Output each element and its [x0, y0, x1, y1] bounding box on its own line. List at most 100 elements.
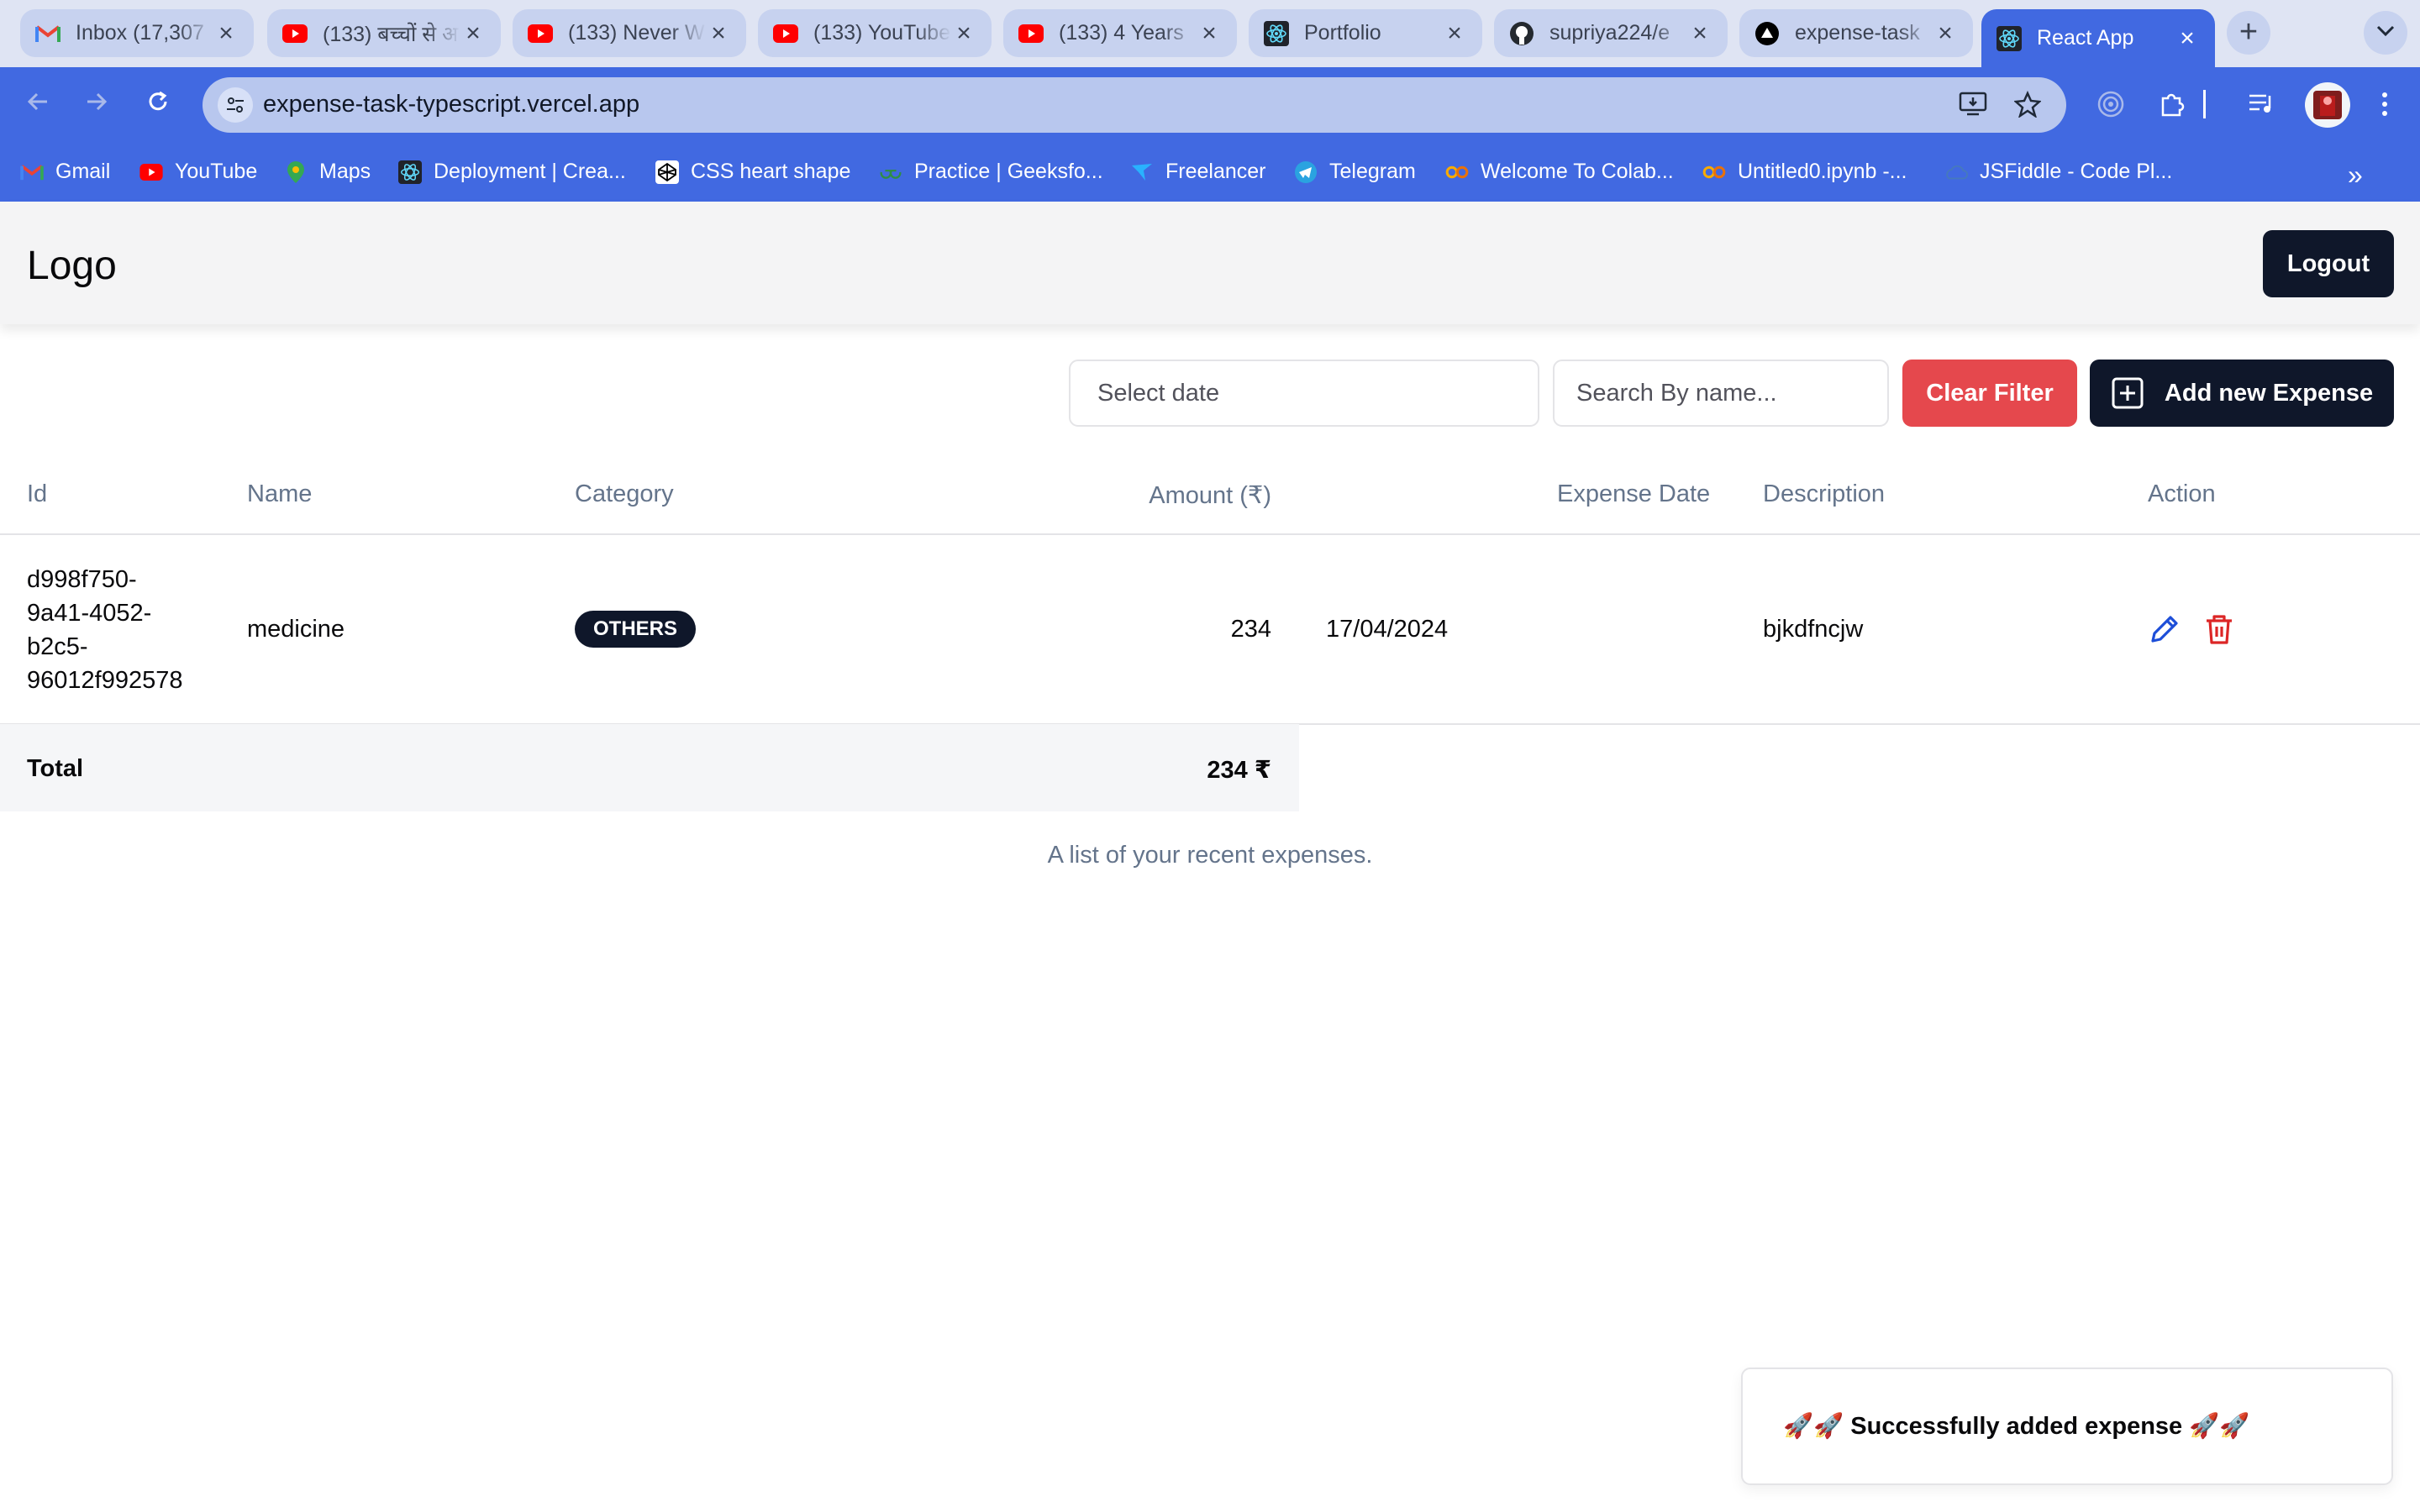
bookmark-colab-untitled[interactable]: Untitled0.ipynb -...: [1702, 160, 1907, 184]
close-icon[interactable]: ×: [1933, 20, 1958, 46]
app-logo[interactable]: Logo: [27, 243, 117, 289]
colab-icon: [1445, 160, 1469, 184]
browser-tab-youtube-1[interactable]: (133) बच्चों से अ ×: [267, 9, 501, 57]
install-app-icon[interactable]: [1956, 87, 1990, 121]
expense-amount: 234: [1230, 616, 1271, 643]
back-button[interactable]: [20, 86, 55, 121]
plus-square-icon: [2111, 376, 2144, 410]
tab-title: Portfolio: [1304, 21, 1381, 45]
youtube-icon: [282, 21, 308, 46]
tab-title: React App: [2037, 26, 2134, 50]
app-header: [0, 202, 2420, 324]
toolbar-divider: [2202, 87, 2208, 121]
bookmark-youtube[interactable]: YouTube: [139, 160, 257, 184]
tab-title: (133) YouTube: [813, 21, 951, 45]
bookmark-gmail[interactable]: Gmail: [20, 160, 110, 184]
tab-search-button[interactable]: [2364, 11, 2407, 55]
youtube-icon: [773, 21, 798, 46]
category-badge: OTHERS: [575, 611, 697, 648]
puzzle-icon[interactable]: [2155, 87, 2189, 121]
browser-tab-portfolio[interactable]: Portfolio ×: [1249, 9, 1482, 57]
bookmark-jsfiddle[interactable]: JSFiddle - Code Pl...: [1944, 160, 2172, 184]
total-amount: 234 ₹: [1207, 757, 1271, 784]
avatar[interactable]: [2305, 82, 2350, 128]
table-caption: A list of your recent expenses.: [1047, 842, 1373, 869]
column-header-expense-date: Expense Date: [1557, 480, 1711, 507]
forward-button[interactable]: [79, 86, 114, 121]
bookmark-freelancer[interactable]: Freelancer: [1130, 160, 1266, 184]
react-icon: [1264, 20, 1289, 46]
close-icon[interactable]: ×: [1687, 20, 1712, 46]
react-icon: [398, 160, 422, 184]
bookmark-deployment[interactable]: Deployment | Crea...: [398, 160, 626, 184]
gmail-icon: [20, 160, 44, 184]
close-icon[interactable]: ×: [1197, 20, 1222, 46]
address-bar[interactable]: expense-task-typescript.vercel.app: [203, 77, 2066, 133]
extension-radar-icon[interactable]: [2094, 87, 2128, 121]
bookmark-css-heart[interactable]: CSS heart shape: [655, 160, 850, 184]
youtube-icon: [139, 160, 163, 184]
tab-title: (133) बच्चों से अ: [323, 22, 459, 46]
maps-icon: [284, 160, 308, 184]
tab-title: (133) 4 Years: [1059, 21, 1184, 45]
close-icon[interactable]: ×: [2175, 25, 2200, 51]
telegram-icon: [1294, 160, 1318, 184]
logout-button[interactable]: Logout: [2263, 230, 2394, 297]
reload-icon: [145, 89, 171, 118]
reload-button[interactable]: [140, 86, 176, 121]
browser-tab-gmail[interactable]: Inbox (17,307 ×: [20, 9, 254, 57]
close-icon[interactable]: ×: [1442, 20, 1467, 46]
site-settings-icon[interactable]: [218, 87, 253, 123]
expense-date: 17/04/2024: [1326, 616, 1449, 643]
close-icon[interactable]: ×: [951, 20, 976, 46]
arrow-left-icon: [25, 89, 50, 118]
arrow-right-icon: [84, 89, 109, 118]
bookmark-maps[interactable]: Maps: [284, 160, 371, 184]
browser-tab-youtube-3[interactable]: (133) YouTube ×: [758, 9, 992, 57]
search-input[interactable]: [1553, 360, 1889, 427]
success-toast[interactable]: 🚀🚀 Successfully added expense 🚀🚀: [1741, 1368, 2393, 1485]
header-divider: [0, 533, 2420, 535]
github-icon: [1509, 21, 1534, 46]
clear-filter-button[interactable]: Clear Filter: [1902, 360, 2077, 427]
browser-tab-youtube-4[interactable]: (133) 4 Years ×: [1003, 9, 1237, 57]
codepen-icon: [655, 160, 679, 184]
youtube-icon: [528, 21, 553, 46]
expense-id: d998f750- 9a41-4052- b2c5- 96012f992578: [27, 566, 183, 694]
bookmark-telegram[interactable]: Telegram: [1294, 160, 1416, 184]
new-tab-button[interactable]: +: [2227, 11, 2270, 55]
column-header-name: Name: [247, 480, 313, 507]
close-icon[interactable]: ×: [213, 20, 239, 46]
bookmarks-overflow-button[interactable]: »: [2348, 160, 2363, 191]
media-controls-icon[interactable]: [2245, 87, 2279, 121]
bookmark-colab-welcome[interactable]: Welcome To Colab...: [1445, 160, 1674, 184]
column-header-amount: Amount (₹): [1149, 482, 1271, 509]
chevron-down-icon: [2376, 25, 2395, 41]
tab-title: expense-task: [1795, 21, 1920, 45]
close-icon[interactable]: ×: [460, 20, 486, 46]
expense-name: medicine: [247, 616, 345, 643]
browser-tab-vercel[interactable]: expense-task ×: [1739, 9, 1973, 57]
close-icon[interactable]: ×: [706, 20, 731, 46]
geeksforgeeks-icon: [879, 160, 902, 184]
add-expense-label: Add new Expense: [2164, 379, 2374, 407]
column-header-category: Category: [575, 480, 674, 507]
browser-tab-youtube-2[interactable]: (133) Never W ×: [513, 9, 746, 57]
expense-description: bjkdfncjw: [1763, 616, 1864, 643]
delete-trash-icon[interactable]: [2202, 612, 2237, 647]
freelancer-icon: [1130, 160, 1154, 184]
browser-tab-react-app[interactable]: React App ×: [1981, 9, 2215, 67]
bookmark-geeksforgeeks[interactable]: Practice | Geeksfo...: [879, 160, 1103, 184]
date-picker-input[interactable]: Select date: [1069, 360, 1539, 427]
vercel-icon: [1754, 21, 1780, 46]
tab-title: Inbox (17,307: [76, 21, 204, 45]
url-text: expense-task-typescript.vercel.app: [263, 91, 640, 118]
youtube-icon: [1018, 21, 1044, 46]
edit-pencil-icon[interactable]: [2147, 612, 2182, 647]
browser-tab-github[interactable]: supriya224/e ×: [1494, 9, 1728, 57]
add-expense-button[interactable]: Add new Expense: [2090, 360, 2394, 427]
kebab-menu-icon[interactable]: [2368, 87, 2402, 121]
tab-title: (133) Never W: [568, 21, 705, 45]
star-icon[interactable]: [2011, 87, 2044, 121]
column-header-action: Action: [2148, 480, 2216, 507]
